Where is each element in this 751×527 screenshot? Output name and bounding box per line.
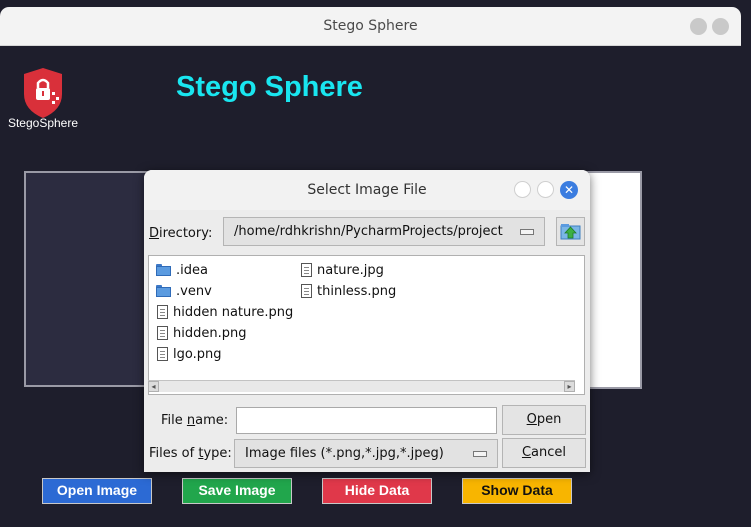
dialog-close-button[interactable]: ✕ (560, 181, 578, 199)
filetype-label: Files of type: (149, 446, 232, 461)
list-item[interactable]: hidden nature.png (157, 303, 293, 321)
filename-label: File name: (161, 413, 229, 428)
file-icon (157, 347, 168, 361)
select-image-dialog: Select Image File ✕ Directory: /home/rdh… (144, 170, 590, 472)
directory-value: /home/rdhkrishn/PycharmProjects/project (234, 224, 503, 239)
list-item[interactable]: hidden.png (157, 324, 246, 342)
folder-icon (156, 264, 171, 276)
file-icon (301, 263, 312, 277)
combo-grip-icon (473, 450, 487, 457)
list-item[interactable]: nature.jpg (301, 261, 384, 279)
hide-data-button[interactable]: Hide Data (322, 478, 432, 504)
window-title: Stego Sphere (323, 18, 418, 34)
save-image-button[interactable]: Save Image (182, 478, 292, 504)
open-image-button[interactable]: Open Image (42, 478, 152, 504)
scroll-right-icon[interactable]: ▸ (564, 381, 575, 392)
window-titlebar[interactable]: Stego Sphere (0, 7, 741, 46)
scroll-left-icon[interactable]: ◂ (148, 381, 159, 392)
filetype-combo[interactable]: Image files (*.png,*.jpg,*.jpeg) (234, 439, 498, 468)
dialog-titlebar[interactable]: Select Image File ✕ (144, 170, 590, 210)
minimize-button[interactable] (690, 18, 707, 35)
cancel-button[interactable]: Cancel (502, 438, 586, 468)
list-item[interactable]: lgo.png (157, 345, 221, 363)
logo-text: StegoSphere (7, 116, 79, 130)
close-button[interactable] (712, 18, 729, 35)
combo-grip-icon (520, 228, 534, 235)
folder-icon (156, 285, 171, 297)
image-canvas (24, 171, 154, 387)
directory-combo[interactable]: /home/rdhkrishn/PycharmProjects/project (223, 217, 545, 246)
list-item[interactable]: thinless.png (301, 282, 396, 300)
folder-up-icon (560, 224, 581, 240)
open-button[interactable]: Open (502, 405, 586, 435)
app-title: Stego Sphere (176, 71, 363, 103)
list-item[interactable]: .venv (156, 282, 212, 300)
file-list[interactable]: .idea .venv hidden nature.png hidden.png… (148, 255, 585, 395)
parent-directory-button[interactable] (556, 217, 585, 246)
show-data-button[interactable]: Show Data (462, 478, 572, 504)
filename-input[interactable] (236, 407, 497, 434)
file-icon (301, 284, 312, 298)
list-item[interactable]: .idea (156, 261, 208, 279)
file-icon (157, 305, 168, 319)
dialog-maximize-button[interactable] (537, 181, 554, 198)
dialog-minimize-button[interactable] (514, 181, 531, 198)
filetype-value: Image files (*.png,*.jpg,*.jpeg) (245, 446, 444, 461)
directory-label: Directory: (149, 226, 213, 241)
horizontal-scrollbar[interactable]: ◂ ▸ (148, 380, 575, 392)
file-icon (157, 326, 168, 340)
image-canvas-edge (586, 171, 642, 389)
